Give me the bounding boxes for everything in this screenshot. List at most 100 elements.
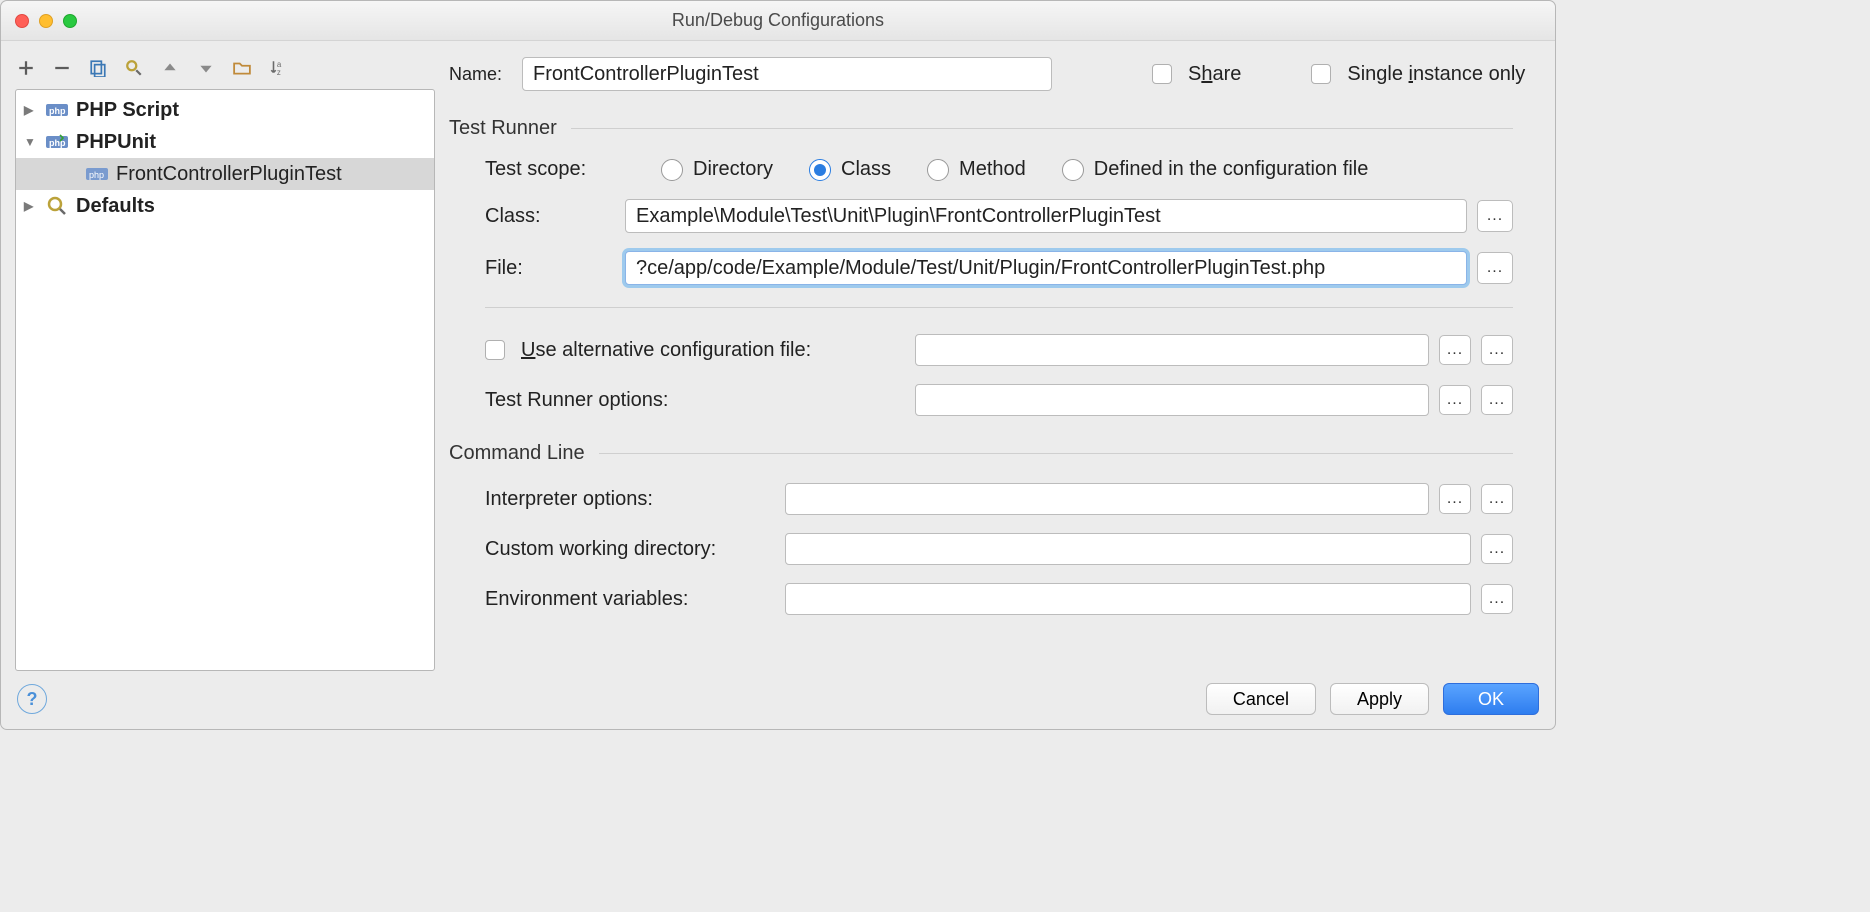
checkbox-icon bbox=[485, 340, 505, 360]
alt-config-checkbox[interactable]: Use alternative configuration file: bbox=[485, 339, 915, 362]
tree-node-phpunit[interactable]: ▼ php PHPUnit bbox=[16, 126, 434, 158]
alt-config-input[interactable] bbox=[915, 334, 1429, 366]
phpunit-icon: php bbox=[46, 132, 68, 152]
help-button[interactable]: ? bbox=[17, 684, 47, 714]
move-up-button[interactable] bbox=[159, 57, 181, 79]
cancel-button[interactable]: Cancel bbox=[1206, 683, 1316, 715]
tree-node-php-script[interactable]: ▶ php PHP Script bbox=[16, 94, 434, 126]
runner-options-expand-button[interactable]: ... bbox=[1481, 385, 1513, 415]
add-config-button[interactable] bbox=[15, 57, 37, 79]
test-scope-row: Test scope: Directory Class Method bbox=[485, 158, 1513, 181]
radio-label: Class bbox=[841, 158, 891, 181]
cwd-browse-button[interactable]: ... bbox=[1481, 534, 1513, 564]
close-icon[interactable] bbox=[15, 14, 29, 28]
checkbox-icon bbox=[1152, 64, 1172, 84]
file-browse-button[interactable]: ... bbox=[1477, 252, 1513, 284]
left-pane: az ▶ php PHP Script ▼ php PHPUnit bbox=[15, 53, 435, 671]
remove-config-button[interactable] bbox=[51, 57, 73, 79]
env-row: Environment variables: ... bbox=[485, 583, 1513, 615]
runner-options-row: Test Runner options: ... ... bbox=[485, 384, 1513, 416]
svg-text:z: z bbox=[277, 68, 281, 77]
window-title: Run/Debug Configurations bbox=[1, 10, 1555, 31]
alt-config-expand-button[interactable]: ... bbox=[1481, 335, 1513, 365]
command-line-section: Command Line Interpreter options: ... ..… bbox=[449, 442, 1513, 615]
env-input[interactable] bbox=[785, 583, 1471, 615]
divider bbox=[571, 128, 1513, 129]
maximize-icon[interactable] bbox=[63, 14, 77, 28]
tree-node-label: PHP Script bbox=[76, 98, 179, 122]
name-label: Name: bbox=[449, 64, 502, 85]
chevron-right-icon[interactable]: ▶ bbox=[24, 194, 38, 218]
tree-node-label: FrontControllerPluginTest bbox=[116, 162, 342, 186]
cwd-label: Custom working directory: bbox=[485, 538, 785, 561]
chevron-right-icon[interactable]: ▶ bbox=[24, 98, 38, 122]
file-label: File: bbox=[485, 257, 625, 280]
apply-button[interactable]: Apply bbox=[1330, 683, 1429, 715]
dialog-footer: ? Cancel Apply OK bbox=[1, 671, 1555, 729]
php-script-icon: php bbox=[46, 100, 68, 120]
alt-config-browse-button[interactable]: ... bbox=[1439, 335, 1471, 365]
defaults-icon bbox=[46, 196, 68, 216]
interpreter-options-browse-button[interactable]: ... bbox=[1439, 484, 1471, 514]
scope-directory-radio[interactable]: Directory bbox=[661, 158, 773, 181]
radio-label: Directory bbox=[693, 158, 773, 181]
scope-class-radio[interactable]: Class bbox=[809, 158, 891, 181]
divider bbox=[485, 307, 1513, 308]
class-browse-button[interactable]: ... bbox=[1477, 200, 1513, 232]
scope-method-radio[interactable]: Method bbox=[927, 158, 1026, 181]
class-input[interactable] bbox=[625, 199, 1467, 233]
name-input[interactable] bbox=[522, 57, 1052, 91]
minimize-icon[interactable] bbox=[39, 14, 53, 28]
client-area: az ▶ php PHP Script ▼ php PHPUnit bbox=[1, 41, 1555, 671]
checkbox-icon bbox=[1311, 64, 1331, 84]
tree-node-frontcontrollerplugintest[interactable]: php FrontControllerPluginTest bbox=[16, 158, 434, 190]
edit-defaults-button[interactable] bbox=[123, 57, 145, 79]
divider bbox=[599, 453, 1513, 454]
class-label: Class: bbox=[485, 205, 625, 228]
config-list-toolbar: az bbox=[15, 53, 435, 83]
ok-button[interactable]: OK bbox=[1443, 683, 1539, 715]
interpreter-options-row: Interpreter options: ... ... bbox=[485, 483, 1513, 515]
runner-options-label: Test Runner options: bbox=[485, 389, 915, 412]
svg-text:php: php bbox=[49, 138, 66, 148]
command-line-title: Command Line bbox=[449, 442, 585, 465]
phpunit-test-icon: php bbox=[86, 164, 108, 184]
configurations-tree[interactable]: ▶ php PHP Script ▼ php PHPUnit php bbox=[15, 89, 435, 671]
runner-options-input[interactable] bbox=[915, 384, 1429, 416]
alt-config-row: Use alternative configuration file: ... … bbox=[485, 334, 1513, 366]
folder-button[interactable] bbox=[231, 57, 253, 79]
interpreter-options-input[interactable] bbox=[785, 483, 1429, 515]
file-input[interactable] bbox=[625, 251, 1467, 285]
runner-options-browse-button[interactable]: ... bbox=[1439, 385, 1471, 415]
env-browse-button[interactable]: ... bbox=[1481, 584, 1513, 614]
cwd-input[interactable] bbox=[785, 533, 1471, 565]
titlebar: Run/Debug Configurations bbox=[1, 1, 1555, 41]
sort-az-button[interactable]: az bbox=[267, 57, 289, 79]
svg-text:php: php bbox=[89, 170, 104, 180]
radio-icon bbox=[927, 159, 949, 181]
scope-defined-radio[interactable]: Defined in the configuration file bbox=[1062, 158, 1369, 181]
test-runner-title: Test Runner bbox=[449, 117, 557, 140]
tree-node-label: Defaults bbox=[76, 194, 155, 218]
tree-node-label: PHPUnit bbox=[76, 130, 156, 154]
single-instance-checkbox[interactable]: Single instance only bbox=[1311, 63, 1525, 86]
radio-label: Method bbox=[959, 158, 1026, 181]
single-instance-label: Single instance only bbox=[1347, 63, 1525, 86]
file-row: File: ... bbox=[485, 251, 1513, 285]
share-checkbox[interactable]: Share bbox=[1152, 63, 1241, 86]
alt-config-label: Use alternative configuration file: bbox=[521, 339, 811, 362]
radio-icon bbox=[809, 159, 831, 181]
interpreter-options-expand-button[interactable]: ... bbox=[1481, 484, 1513, 514]
chevron-down-icon[interactable]: ▼ bbox=[24, 130, 38, 154]
copy-config-button[interactable] bbox=[87, 57, 109, 79]
interpreter-options-label: Interpreter options: bbox=[485, 488, 785, 511]
move-down-button[interactable] bbox=[195, 57, 217, 79]
svg-text:php: php bbox=[49, 106, 66, 116]
tree-node-defaults[interactable]: ▶ Defaults bbox=[16, 190, 434, 222]
test-runner-section: Test Runner Test scope: Directory Class bbox=[449, 117, 1513, 416]
window-controls bbox=[15, 14, 77, 28]
test-scope-label: Test scope: bbox=[485, 158, 625, 181]
class-row: Class: ... bbox=[485, 199, 1513, 233]
run-debug-config-window: Run/Debug Configurations bbox=[0, 0, 1556, 730]
radio-label: Defined in the configuration file bbox=[1094, 158, 1369, 181]
